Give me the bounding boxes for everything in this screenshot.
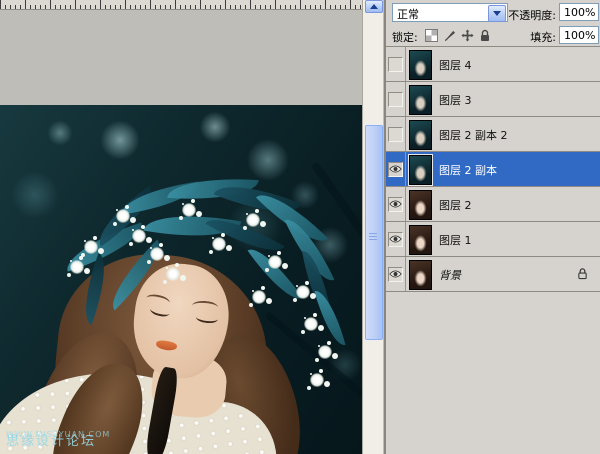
layer-thumbnail[interactable]: [409, 225, 432, 255]
opacity-label: 不透明度:: [508, 7, 556, 23]
photo-shape: [70, 260, 84, 274]
layer-name: 图层 2 副本: [439, 162, 497, 178]
blend-mode-select[interactable]: 正常: [392, 3, 508, 22]
horizontal-ruler: [0, 0, 364, 10]
eye-icon: [389, 269, 402, 279]
layer-row[interactable]: 背景: [386, 257, 600, 292]
blend-mode-dropdown-button[interactable]: [488, 5, 506, 22]
move-icon: [461, 29, 474, 42]
layer-thumbnail[interactable]: [409, 120, 432, 150]
visibility-toggle[interactable]: [388, 57, 403, 72]
eye-icon: [389, 234, 402, 244]
layer-name: 背景: [439, 267, 461, 283]
layer-row[interactable]: 图层 2 副本: [386, 152, 600, 187]
visibility-cell[interactable]: [386, 152, 406, 186]
layer-name: 图层 4: [439, 57, 472, 73]
layer-thumbnail[interactable]: [409, 50, 432, 80]
layer-name: 图层 1: [439, 232, 472, 248]
layer-row[interactable]: 图层 2 副本 2: [386, 117, 600, 152]
visibility-cell[interactable]: [386, 187, 406, 221]
photo-shape: [116, 209, 130, 223]
visibility-toggle[interactable]: [388, 267, 403, 282]
photo-shape: [212, 237, 226, 251]
eye-icon: [389, 164, 402, 174]
fill-label: 填充:: [508, 29, 556, 45]
photo-document: 思缘设计论坛 www.missyuan.com: [0, 105, 363, 454]
chevron-down-icon: [493, 11, 501, 16]
scrollbar-thumb[interactable]: [365, 125, 383, 340]
vertical-scrollbar[interactable]: [362, 0, 383, 454]
lock-all-button[interactable]: [478, 28, 492, 42]
photo-shape: [182, 203, 196, 217]
layer-name: 图层 2 副本 2: [439, 127, 508, 143]
layer-lock-icon: [577, 267, 588, 280]
visibility-cell[interactable]: [386, 222, 406, 256]
visibility-toggle[interactable]: [388, 232, 403, 247]
visibility-toggle[interactable]: [388, 162, 403, 177]
layer-thumbnail[interactable]: [409, 190, 432, 220]
photo-shape: [132, 229, 146, 243]
lock-options: [424, 28, 492, 42]
photo-shape: [150, 247, 164, 261]
photo-shape: [318, 345, 332, 359]
lock-transparency-button[interactable]: [424, 28, 438, 42]
blend-mode-value: 正常: [397, 6, 419, 22]
visibility-toggle[interactable]: [388, 197, 403, 212]
layer-thumbnail[interactable]: [409, 260, 432, 290]
photo-shape: [347, 105, 363, 210]
scrollbar-grip-icon: [369, 233, 377, 241]
layer-thumbnail[interactable]: [409, 85, 432, 115]
visibility-cell[interactable]: [386, 117, 406, 151]
lock-position-button[interactable]: [460, 28, 474, 42]
photo-shape: [268, 255, 282, 269]
layer-name: 图层 3: [439, 92, 472, 108]
photo-shape: [84, 240, 98, 254]
arrow-up-icon: [370, 4, 378, 9]
visibility-cell[interactable]: [386, 82, 406, 116]
layer-thumbnail[interactable]: [409, 155, 432, 185]
visibility-cell[interactable]: [386, 47, 406, 81]
blend-mode-row: 正常 不透明度: 100%: [386, 0, 600, 25]
brush-icon: [443, 29, 456, 42]
photo-shape: [166, 267, 180, 281]
visibility-toggle[interactable]: [388, 127, 403, 142]
watermark-url: www.missyuan.com: [6, 430, 110, 439]
layer-row[interactable]: 图层 3: [386, 82, 600, 117]
scroll-up-button[interactable]: [365, 0, 383, 13]
opacity-field[interactable]: 100%: [559, 3, 599, 21]
lock-row: 锁定: 填充: 100%: [386, 25, 600, 46]
photo-shape: [246, 213, 260, 227]
layer-row[interactable]: 图层 1: [386, 222, 600, 257]
eye-icon: [389, 199, 402, 209]
layers-panel: 正常 不透明度: 100% 锁定: 填: [384, 0, 600, 454]
checkerboard-icon: [425, 29, 438, 42]
lock-pixels-button[interactable]: [442, 28, 456, 42]
layer-row[interactable]: 图层 4: [386, 47, 600, 82]
padlock-icon: [479, 29, 491, 42]
layer-name: 图层 2: [439, 197, 472, 213]
lock-label: 锁定:: [392, 29, 418, 45]
photoshop-workspace: 思缘设计论坛 www.missyuan.com 正常 不透明度: 100% 锁定…: [0, 0, 600, 454]
photo-shape: [252, 290, 266, 304]
visibility-cell[interactable]: [386, 257, 406, 291]
visibility-toggle[interactable]: [388, 92, 403, 107]
photo-shape: [304, 317, 318, 331]
fill-field[interactable]: 100%: [559, 26, 599, 44]
layers-list: 图层 4 图层 3 图层 2 副本 2 图层 2 副本: [386, 46, 600, 292]
canvas-area: 思缘设计论坛 www.missyuan.com: [0, 0, 384, 454]
photo-shape: [296, 285, 310, 299]
photo-shape: [310, 373, 324, 387]
photo-shape: [315, 287, 346, 349]
layer-row[interactable]: 图层 2: [386, 187, 600, 222]
